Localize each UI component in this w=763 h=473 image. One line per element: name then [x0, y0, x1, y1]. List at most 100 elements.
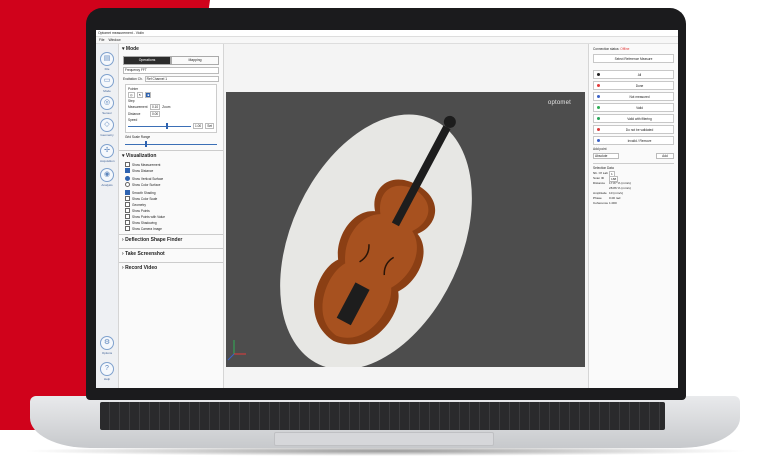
kv-row: Nb. Of Lab 1 [593, 171, 615, 177]
app-body: ▤ File ▭ Mode ◎ Sensor ◇ Geometry ✢ Acquisiti… [96, 44, 678, 388]
gear-icon: ⚙ [100, 336, 114, 350]
mode-nav-button[interactable]: ▭ Mode [100, 74, 114, 93]
analysis-nav-button[interactable]: ◉ Analysis [100, 168, 114, 187]
video-section[interactable]: › Record Video [119, 262, 223, 273]
screen: Optomet measurement - Violin File Window… [96, 30, 678, 388]
speed-row: 1.00 Set [128, 123, 214, 129]
geometry-icon: ◇ [100, 118, 114, 132]
kv-row: Phase 0.00 rad [593, 196, 621, 200]
kv-row: Amplitude 10 (mm/s) [593, 191, 623, 195]
pointer-target-button[interactable]: ◎ [128, 92, 135, 98]
filter-all-button[interactable]: All [593, 70, 674, 79]
kv-row: 28.86 % (mm/s) [609, 186, 631, 190]
add-point-label: Add point [593, 147, 607, 151]
mode-section-title[interactable]: ▾ Mode [119, 44, 223, 54]
zoom-label: Zoom [162, 105, 171, 109]
3d-viewport[interactable]: optomet [226, 92, 585, 370]
excitation-label: Excitation Ch. [123, 77, 143, 81]
acquisition-icon: ✢ [100, 144, 114, 158]
deflection-title: › Deflection Shape Finder [122, 237, 183, 243]
show-points-value-checkbox[interactable]: Show Points with Value [125, 214, 217, 219]
screenshot-title: › Take Screenshot [122, 251, 165, 257]
smooth-shading-checkbox[interactable]: Smooth Shading [125, 190, 217, 195]
measurement-label: Measurement [128, 105, 148, 109]
excitation-row: Excitation Ch. Ref Channel 1 [123, 76, 219, 82]
measurement-row: Measurement 0.10 Zoom [128, 104, 214, 110]
pointer-rotate-button[interactable]: ↻ [136, 92, 144, 98]
sensor-nav-button[interactable]: ◎ Sensor [100, 96, 114, 115]
step-label: Step [128, 99, 135, 103]
axis-icon [227, 340, 246, 361]
acquisition-nav-button[interactable]: ✢ Acquisition [100, 144, 115, 163]
left-panel: ▾ Mode Operations Mapping Frequency FFT … [119, 44, 224, 388]
show-measurement-checkbox[interactable]: Show Measurement [125, 162, 217, 167]
filter-done-button[interactable]: Done [593, 81, 674, 90]
selection-title: Selection Data [593, 163, 674, 170]
kv-row: Coherence 1.000 [593, 201, 617, 205]
speed-slider[interactable] [128, 123, 191, 129]
pointer-lock-toggle[interactable]: ■ [145, 92, 152, 98]
scale-range-slider[interactable] [125, 141, 217, 147]
add-point-select[interactable]: Absolute [593, 153, 619, 159]
geometry-checkbox[interactable]: Geometry [125, 202, 217, 207]
measurement-input[interactable]: 0.10 [150, 104, 161, 110]
window-title: Optomet measurement - Violin [98, 31, 144, 35]
brand-logo: optomet [547, 100, 571, 106]
pointer-box: Pointer ◎ ↻ ■ Step Measurement 0.10 Zoom… [125, 84, 217, 133]
tab-mapping[interactable]: Mapping [171, 56, 219, 65]
sensor-icon: ◎ [100, 96, 114, 110]
pointer-controls: ◎ ↻ ■ [128, 92, 214, 98]
excitation-select[interactable]: Ref Channel 1 [144, 76, 219, 82]
icon-bar: ▤ File ▭ Mode ◎ Sensor ◇ Geometry ✢ Acquisiti… [96, 44, 119, 388]
filter-not-measured-button[interactable]: Not measured [593, 92, 674, 101]
folder-icon: ▤ [100, 52, 114, 66]
mode-icon: ▭ [100, 74, 114, 88]
file-nav-button[interactable]: ▤ File [100, 52, 114, 71]
preset-select[interactable]: Frequency FFT [123, 67, 219, 74]
show-points-checkbox[interactable]: Show Points [125, 208, 217, 213]
right-panel: Connection status: Offline Select Refere… [588, 44, 678, 388]
distance-input[interactable]: 0.00 [150, 111, 161, 117]
show-color-scale-checkbox[interactable]: Show Color Scale [125, 196, 217, 201]
visualization-section: ▾ Visualization Show Measurement Show Di… [119, 150, 223, 231]
kv-row: Scan ID 188 [593, 176, 619, 182]
violin-model [227, 114, 472, 370]
speed-set-button[interactable]: Set [205, 123, 214, 129]
keyboard [100, 402, 665, 430]
show-distance-checkbox[interactable]: Show Distance [125, 168, 217, 173]
video-title: › Record Video [122, 265, 158, 271]
options-nav-button[interactable]: ⚙ Options [100, 336, 114, 355]
vertical-surface-radio[interactable]: Show Vertical Surface [125, 176, 217, 181]
scale-range-label: Grid Scale Range [125, 135, 151, 139]
menu-bar: File Window [96, 37, 678, 44]
analysis-icon: ◉ [100, 168, 114, 182]
geometry-nav-button[interactable]: ◇ Geometry [100, 118, 114, 137]
add-point-row: Absolute Add [593, 153, 674, 159]
trackpad [274, 432, 494, 446]
tab-operations[interactable]: Operations [123, 56, 171, 65]
distance-row: Distance 0.00 [128, 111, 214, 117]
mode-tabs: Operations Mapping [123, 56, 219, 65]
filter-not-validated-button[interactable]: Do not be validated [593, 125, 674, 134]
title-bar: Optomet measurement - Violin [96, 30, 678, 37]
filter-valid-button[interactable]: Valid [593, 103, 674, 112]
help-icon: ? [100, 362, 114, 376]
menu-window[interactable]: Window [108, 38, 120, 42]
pointer-label: Pointer [128, 87, 139, 91]
distance-label: Distance [128, 112, 141, 116]
speed-label: Speed [128, 118, 138, 122]
screenshot-section[interactable]: › Take Screenshot [119, 248, 223, 259]
add-point-button[interactable]: Add [656, 153, 674, 159]
select-reference-button[interactable]: Select Reference Measure [593, 54, 674, 63]
menu-file[interactable]: File [99, 38, 104, 42]
kv-row: Distance 17.87 % (mm/s) [593, 181, 631, 185]
help-nav-button[interactable]: ? Help [100, 362, 114, 381]
speed-input[interactable]: 1.00 [192, 123, 204, 129]
color-surface-radio[interactable]: Show Color Surface [125, 182, 217, 187]
show-camera-image-checkbox[interactable]: Show Camera Image [125, 226, 217, 231]
filter-invalid-button[interactable]: Invalid / Remove [593, 136, 674, 145]
visualization-title[interactable]: ▾ Visualization [119, 151, 223, 161]
show-shadowing-checkbox[interactable]: Show Shadowing [125, 220, 217, 225]
deflection-section[interactable]: › Deflection Shape Finder [119, 234, 223, 245]
filter-valid-filtering-button[interactable]: Valid with filtering [593, 114, 674, 123]
